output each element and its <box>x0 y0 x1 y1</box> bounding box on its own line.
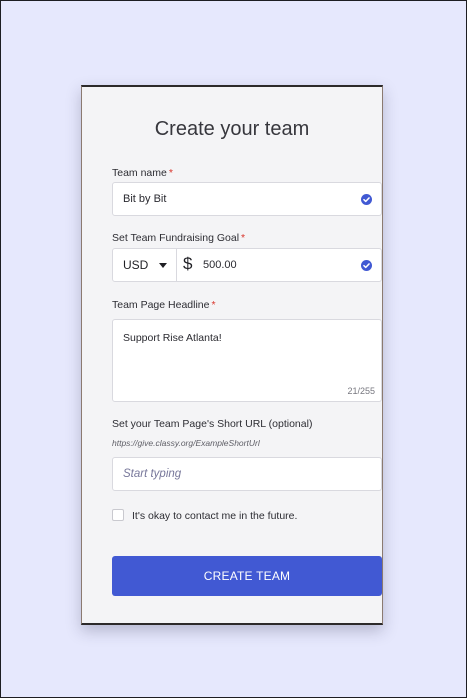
headline-label-text: Team Page Headline <box>112 299 210 311</box>
currency-symbol: $ <box>183 254 193 273</box>
currency-code: USD <box>123 258 149 272</box>
form-title: Create your team <box>154 118 310 140</box>
check-circle-icon <box>361 194 372 205</box>
contact-checkbox-label[interactable]: It's okay to contact me in the future. <box>132 510 297 522</box>
short-url-input[interactable]: Start typing <box>112 457 382 491</box>
page-viewport: Create your team Team name * Bit by Bit S… <box>0 0 467 698</box>
team-name-label: Team name * <box>112 167 173 179</box>
headline-label: Team Page Headline * <box>112 299 216 311</box>
short-url-placeholder: Start typing <box>123 468 182 480</box>
team-name-label-text: Team name <box>112 167 167 179</box>
create-team-card: Create your team Team name * Bit by Bit S… <box>81 85 383 625</box>
create-team-button[interactable]: CREATE TEAM <box>112 556 382 596</box>
goal-label: Set Team Fundraising Goal * <box>112 232 245 244</box>
short-url-label: Set your Team Page's Short URL (optional… <box>112 418 313 430</box>
required-marker: * <box>168 167 173 179</box>
contact-checkbox[interactable] <box>112 509 124 521</box>
team-name-value: Bit by Bit <box>123 193 167 205</box>
short-url-hint: https://give.classy.org/ExampleShortUrl <box>112 438 260 448</box>
headline-value: Support Rise Atlanta! <box>123 332 222 344</box>
team-name-input[interactable]: Bit by Bit <box>112 182 382 216</box>
required-marker: * <box>241 232 246 244</box>
goal-amount-input[interactable]: 500.00 <box>203 259 237 271</box>
character-counter: 21/255 <box>347 386 375 396</box>
headline-textarea[interactable]: Support Rise Atlanta! 21/255 <box>112 319 382 402</box>
goal-field: USD $ 500.00 <box>112 248 382 282</box>
required-marker: * <box>211 299 216 311</box>
caret-down-icon <box>159 263 167 268</box>
currency-select[interactable]: USD <box>113 249 177 281</box>
goal-label-text: Set Team Fundraising Goal <box>112 232 240 244</box>
check-circle-icon <box>361 260 372 271</box>
